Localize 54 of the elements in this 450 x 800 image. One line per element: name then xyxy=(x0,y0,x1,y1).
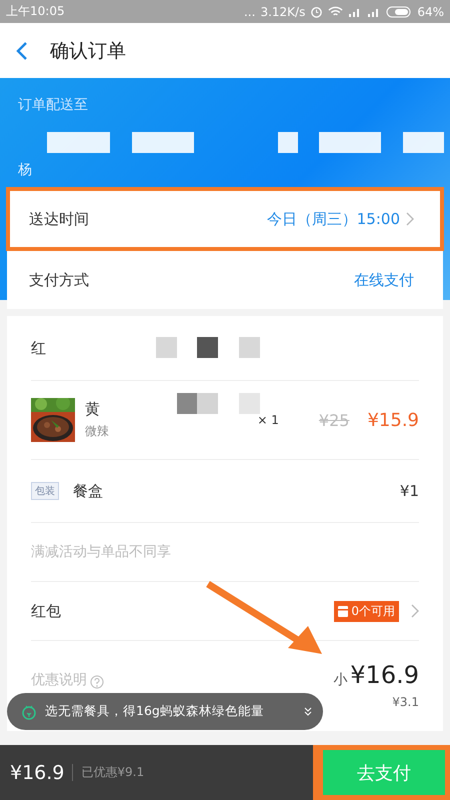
alarm-icon xyxy=(310,5,324,18)
redaction-block xyxy=(239,337,260,358)
packing-price: ¥1 xyxy=(400,482,419,500)
item-name: 黄 xyxy=(85,400,101,419)
network-speed: 3.12K/s xyxy=(260,4,306,18)
redaction-block xyxy=(132,132,194,153)
row-value: 今日（周三）15:00 xyxy=(266,210,400,228)
coupon-row[interactable]: 红包 0个可用 xyxy=(31,582,419,641)
redaction-block xyxy=(278,132,298,153)
packing-label: 餐盒 xyxy=(73,482,103,500)
back-icon xyxy=(16,40,28,60)
tip-toast[interactable]: 选无需餐具，得16g蚂蚁森林绿色能量 xyxy=(7,693,323,730)
redaction-block xyxy=(239,393,260,414)
discount-info-label: 优惠说明 xyxy=(31,671,87,689)
wifi-icon xyxy=(328,6,344,18)
item-spec: 微辣 xyxy=(85,423,109,440)
address-label: 订单配送至 xyxy=(17,96,89,114)
redaction-block xyxy=(197,393,218,414)
saved-amount: ¥3.1 xyxy=(392,695,419,709)
clock: 上午10:05 xyxy=(6,3,65,20)
coupon-label: 红包 xyxy=(31,602,61,620)
shop-name: 红 xyxy=(31,338,46,358)
redaction-block xyxy=(177,393,198,414)
subtotal-label: 小 xyxy=(333,671,348,689)
discount-total: 已优惠¥9.1 xyxy=(72,764,144,781)
chevron-icon xyxy=(406,212,414,226)
redaction-block xyxy=(197,337,218,358)
coupon-badge: 0个可用 xyxy=(334,600,399,622)
status-dots: ... xyxy=(244,4,256,18)
total-price: ¥16.9 xyxy=(10,762,64,784)
subtotal: ¥16.9 xyxy=(350,661,419,689)
sprout-icon xyxy=(21,704,37,720)
battery-icon xyxy=(386,6,412,18)
item-quantity: × 1 xyxy=(257,413,279,427)
double-chevron-icon xyxy=(303,706,313,716)
delivery-row[interactable]: 送达时间 今日（周三）15:00 xyxy=(6,187,444,251)
row-label: 送达时间 xyxy=(29,210,89,228)
redaction-block xyxy=(156,337,177,358)
item-price: ¥15.9 xyxy=(367,410,419,430)
row-value: 在线支付 xyxy=(354,270,414,290)
back-button[interactable] xyxy=(16,40,28,60)
redaction-block xyxy=(319,132,381,153)
redaction-block xyxy=(47,132,110,153)
battery-level: 64% xyxy=(417,4,444,18)
help-icon[interactable] xyxy=(90,675,104,689)
recipient-name: 杨 xyxy=(17,161,33,179)
original-price: ¥25 xyxy=(318,410,350,430)
page-title: 确认订单 xyxy=(50,38,126,64)
chevron-icon xyxy=(411,604,419,618)
promo-notice: 满减活动与单品不同享 xyxy=(31,543,171,561)
redaction-block xyxy=(403,132,444,153)
row-label: 支付方式 xyxy=(29,270,89,290)
packing-tag: 包装 xyxy=(31,482,59,500)
delivery-row[interactable]: 支付方式 在线支付 xyxy=(6,251,444,309)
